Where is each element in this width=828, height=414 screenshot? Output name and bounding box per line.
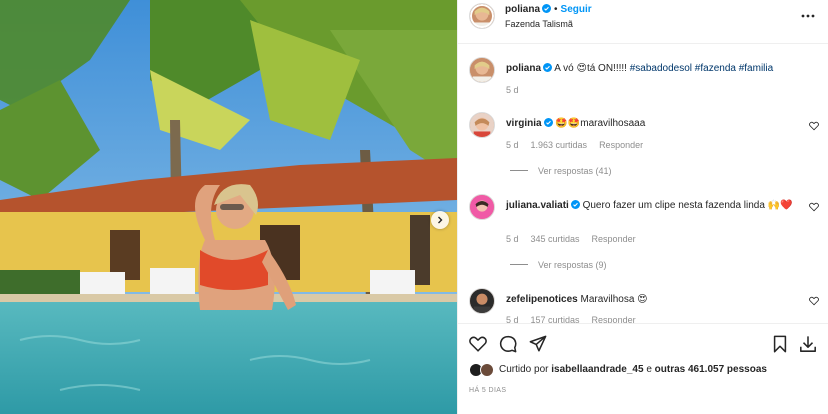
comment-likes[interactable]: 157 curtidas [531,315,580,323]
commenter-avatar[interactable] [469,112,495,138]
follow-button[interactable]: Seguir [561,4,592,15]
separator-dot: • [554,4,558,15]
liked-by-prefix: Curtido por [499,364,549,375]
comment-meta: 5 d 345 curtidas Responder [506,234,648,244]
comment-body: Maravilhosa 😍 [580,294,648,305]
heart-icon[interactable] [809,202,819,212]
commenter-username[interactable]: virginia [506,118,542,129]
caption-hashtags[interactable]: #sabadodesol #fazenda #familia [630,63,773,74]
liker-avatars [469,363,497,377]
commenter-username[interactable]: zefelipenotices [506,294,578,305]
replies-dash [510,264,528,265]
heart-icon[interactable] [469,335,487,353]
bookmark-icon[interactable] [771,335,789,353]
comment-text: zefelipenotices Maravilhosa 😍 [506,293,796,306]
caption-body-b: tá ON!!!!! [586,63,627,74]
post-header: poliana • Seguir Fazenda Talismã [458,0,828,44]
commenter-username[interactable]: juliana.valiati [506,200,569,211]
verified-badge-icon [543,118,553,127]
pool-scene-image [0,0,457,414]
instagram-post: poliana • Seguir Fazenda Talismã poliana… [0,0,828,414]
heart-icon[interactable] [809,121,819,131]
reply-button[interactable]: Responder [592,234,636,244]
view-replies-label: Ver respostas (9) [538,260,607,270]
commenter-avatar[interactable] [469,194,495,220]
caption-username[interactable]: poliana [506,63,541,74]
comment-text: virginia 🤩🤩maravilhosaaa [506,117,796,130]
comment-likes[interactable]: 345 curtidas [531,234,580,244]
comment-body: Quero fazer um clipe nesta fazenda linda… [582,200,793,211]
chevron-right-icon [438,216,443,224]
post-time-ago[interactable]: HÁ 5 DIAS [469,387,506,394]
comments-list[interactable]: poliana A vó 😍tá ON!!!!! #sabadodesol #f… [458,45,828,323]
liked-by-text: Curtido por isabellaandrade_45 e outras … [499,364,767,375]
liked-by-middle: e [646,364,652,375]
view-replies-label: Ver respostas (41) [538,166,612,176]
view-replies-button[interactable]: Ver respostas (41) [510,166,612,176]
avatar-photo [470,113,494,137]
next-photo-button[interactable] [431,211,449,229]
avatar-photo [470,195,494,219]
action-bar [458,323,828,363]
avatar-photo [470,289,494,313]
caption-text: poliana A vó 😍tá ON!!!!! #sabadodesol #f… [506,62,796,75]
reply-button[interactable]: Responder [592,315,636,323]
commenter-avatar[interactable] [469,288,495,314]
liked-by-line: Curtido por isabellaandrade_45 e outras … [469,362,819,378]
post-side-panel: poliana • Seguir Fazenda Talismã poliana… [457,0,828,414]
verified-badge-icon [543,63,553,72]
paper-plane-icon[interactable] [529,335,547,353]
author-line: poliana • Seguir [505,4,592,15]
comment-body: 🤩🤩maravilhosaaa [555,118,646,129]
comment-likes[interactable]: 1.963 curtidas [531,140,588,150]
download-icon[interactable] [799,335,817,353]
view-replies-button[interactable]: Ver respostas (9) [510,260,607,270]
comment-time: 5 d [506,315,519,323]
comment-time: 5 d [506,234,519,244]
comment-text: juliana.valiati Quero fazer um clipe nes… [506,199,796,212]
caption-avatar[interactable] [469,57,495,83]
avatar-photo [470,58,494,82]
comment-time: 5 d [506,140,519,150]
comment-bubble-icon[interactable] [499,335,517,353]
caption-meta: 5 d [506,85,531,95]
verified-badge-icon [542,4,552,13]
replies-dash [510,170,528,171]
liked-by-user[interactable]: isabellaandrade_45 [551,364,643,375]
liker-avatar [480,363,494,377]
caption-time: 5 d [506,85,519,95]
story-ring [470,4,494,28]
comment-meta: 5 d 157 curtidas Responder [506,315,648,323]
author-username[interactable]: poliana [505,4,540,15]
verified-badge-icon [570,200,580,209]
author-avatar[interactable] [469,3,495,29]
location-link[interactable]: Fazenda Talismã [505,19,573,29]
more-dots-icon[interactable] [801,13,815,19]
comment-meta: 5 d 1.963 curtidas Responder [506,140,655,150]
reply-button[interactable]: Responder [599,140,643,150]
post-photo[interactable] [0,0,457,414]
caption-body-a: A vó [554,63,574,74]
heart-icon[interactable] [809,296,819,306]
liked-by-others[interactable]: outras 461.057 pessoas [655,364,767,375]
caption-emoji: 😍 [576,63,587,74]
